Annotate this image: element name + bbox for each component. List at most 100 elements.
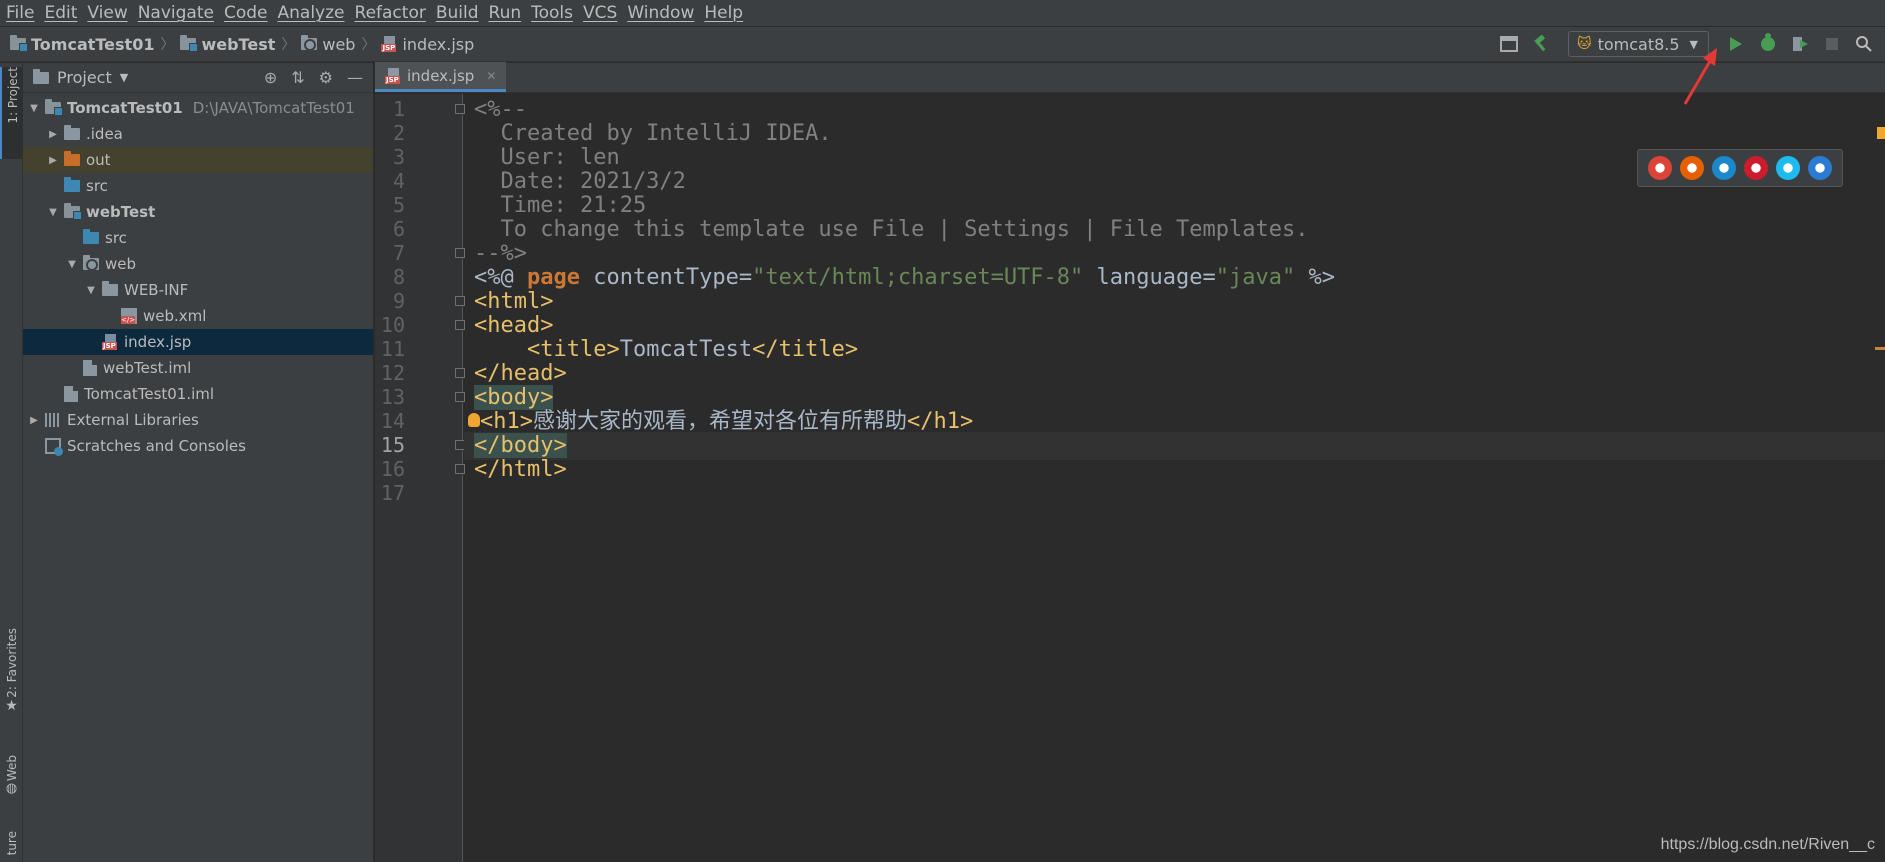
breadcrumb-module[interactable]: webTest <box>180 35 275 54</box>
menu-analyze[interactable]: Analyze <box>276 3 353 23</box>
navigation-bar: TomcatTest01 〉 webTest 〉 web 〉 index.jsp <box>0 27 1885 62</box>
fold-marker-icon[interactable] <box>455 248 465 258</box>
tree-item[interactable]: ▼ TomcatTest01 D:\JAVA\TomcatTest01 <box>23 95 373 121</box>
hide-icon[interactable]: — <box>347 68 363 87</box>
expand-arrow-icon[interactable]: ▼ <box>27 103 41 114</box>
line-number: 11 <box>380 337 405 361</box>
fold-marker-icon[interactable] <box>455 368 465 378</box>
fold-marker-icon[interactable] <box>455 296 465 306</box>
tree-item[interactable]: ▶ out <box>23 147 373 173</box>
code-token: <head> <box>474 313 554 338</box>
code-token: TomcatTest <box>619 337 753 362</box>
menu-window[interactable]: Window <box>625 3 702 23</box>
menu-refactor[interactable]: Refactor <box>353 3 434 23</box>
fold-marker-icon[interactable] <box>455 392 465 402</box>
tree-item[interactable]: Scratches and Consoles <box>23 433 373 459</box>
chrome-icon[interactable] <box>1648 156 1672 180</box>
chevron-down-icon[interactable]: ▼ <box>120 71 128 84</box>
firefox-icon[interactable] <box>1680 156 1704 180</box>
tool-tab-web[interactable]: Web ◍ <box>0 755 23 807</box>
collapse-arrow-icon[interactable]: ▶ <box>27 415 41 426</box>
collapse-arrow-icon[interactable]: ▶ <box>46 129 60 140</box>
collapse-arrow-icon[interactable]: ▶ <box>46 155 60 166</box>
tree-item-label: web.xml <box>143 307 207 325</box>
menu-run[interactable]: Run <box>487 3 530 23</box>
menu-navigate[interactable]: Navigate <box>136 3 222 23</box>
search-icon[interactable] <box>1853 33 1875 55</box>
locate-icon[interactable]: ⊕ <box>264 68 277 87</box>
collapse-all-icon[interactable]: ⇅ <box>291 68 304 87</box>
breadcrumb-file[interactable]: index.jsp <box>381 35 474 54</box>
tree-item[interactable]: TomcatTest01.iml <box>23 381 373 407</box>
tool-tab-project-label: 1: Project <box>5 67 20 124</box>
tool-tab-structure[interactable]: ture <box>0 831 23 861</box>
code-area[interactable]: 1 2 3 4 5 6 7 8 9 10 11 12 13 14 15 16 17 <%-- Created b… <box>375 94 1885 862</box>
project-view-title[interactable]: Project <box>57 68 112 87</box>
menu-view[interactable]: View <box>85 3 135 23</box>
line-number: 12 <box>380 361 405 385</box>
tree-item[interactable]: webTest.iml <box>23 355 373 381</box>
code-token: "text/html;charset=UTF-8" <box>752 265 1084 290</box>
fold-marker-icon[interactable] <box>455 464 465 474</box>
menu-edit[interactable]: Edit <box>42 3 85 23</box>
tree-item[interactable]: ▼ webTest <box>23 199 373 225</box>
inspection-status-marker[interactable] <box>1877 127 1885 139</box>
error-stripe-marker[interactable] <box>1875 347 1885 350</box>
menu-bar: File Edit View Navigate Code Analyze Refactor B… <box>0 0 1885 26</box>
tree-item[interactable]: index.jsp <box>23 329 373 355</box>
code-token: </html> <box>474 457 567 482</box>
menu-help[interactable]: Help <box>702 3 751 23</box>
code-token: <title> <box>526 337 620 362</box>
tree-item[interactable]: ▶ External Libraries <box>23 407 373 433</box>
code-token: User: len <box>474 145 620 170</box>
expand-arrow-icon[interactable]: ▼ <box>65 259 79 270</box>
tree-item[interactable]: src <box>23 173 373 199</box>
tree-item[interactable]: src <box>23 225 373 251</box>
stop-icon[interactable] <box>1821 33 1843 55</box>
module-folder-icon <box>45 99 63 116</box>
line-number: 16 <box>380 457 405 481</box>
breadcrumb-folder[interactable]: web <box>301 35 355 54</box>
build-hammer-icon[interactable] <box>1530 33 1552 55</box>
web-folder-icon <box>83 255 99 271</box>
expand-arrow-icon[interactable]: ▼ <box>46 207 60 218</box>
menu-code[interactable]: Code <box>222 3 276 23</box>
fold-marker-icon[interactable] <box>455 320 465 330</box>
tree-item[interactable]: web.xml <box>23 303 373 329</box>
folder-icon <box>64 125 80 140</box>
menu-vcs[interactable]: VCS <box>581 3 625 23</box>
menu-file[interactable]: File <box>4 3 42 23</box>
debug-icon[interactable] <box>1757 33 1779 55</box>
breadcrumb-project[interactable]: TomcatTest01 <box>10 35 154 54</box>
run-icon[interactable] <box>1725 33 1747 55</box>
gear-icon[interactable]: ⚙ <box>319 68 333 87</box>
tool-tab-favorites[interactable]: 2: Favorites ★ <box>0 628 23 738</box>
fold-marker-icon[interactable] <box>455 104 465 114</box>
project-structure-icon[interactable] <box>1498 33 1520 55</box>
tree-item[interactable]: ▶ .idea <box>23 121 373 147</box>
opera-icon[interactable] <box>1744 156 1768 180</box>
menu-tools[interactable]: Tools <box>529 3 581 23</box>
tree-item[interactable]: ▼ web <box>23 251 373 277</box>
ie-icon[interactable] <box>1776 156 1800 180</box>
tree-item[interactable]: ▼ WEB-INF <box>23 277 373 303</box>
code-token: Time: 21:25 <box>474 193 647 218</box>
tool-tab-project[interactable]: 1: Project <box>0 67 23 159</box>
tree-item-path: D:\JAVA\TomcatTest01 <box>192 99 355 117</box>
intention-bulb-icon[interactable] <box>468 413 480 427</box>
coverage-icon[interactable] <box>1789 33 1811 55</box>
safari-icon[interactable] <box>1712 156 1736 180</box>
edge-icon[interactable] <box>1808 156 1832 180</box>
tool-tab-web-label: Web <box>4 755 19 782</box>
jsp-file-icon <box>102 334 118 350</box>
code-token: Date: 2021/3/2 <box>474 169 686 194</box>
line-number: 13 <box>380 385 405 409</box>
menu-build[interactable]: Build <box>434 3 487 23</box>
code-token: </h1> <box>907 409 974 434</box>
tree-item-label: out <box>86 151 111 169</box>
source-folder-icon <box>83 229 99 244</box>
editor-tab-index-jsp[interactable]: index.jsp ✕ <box>375 62 507 92</box>
expand-arrow-icon[interactable]: ▼ <box>84 285 98 296</box>
close-icon[interactable]: ✕ <box>486 69 496 83</box>
left-tool-strip: 1: Project 2: Favorites ★ Web ◍ ture <box>0 63 23 862</box>
